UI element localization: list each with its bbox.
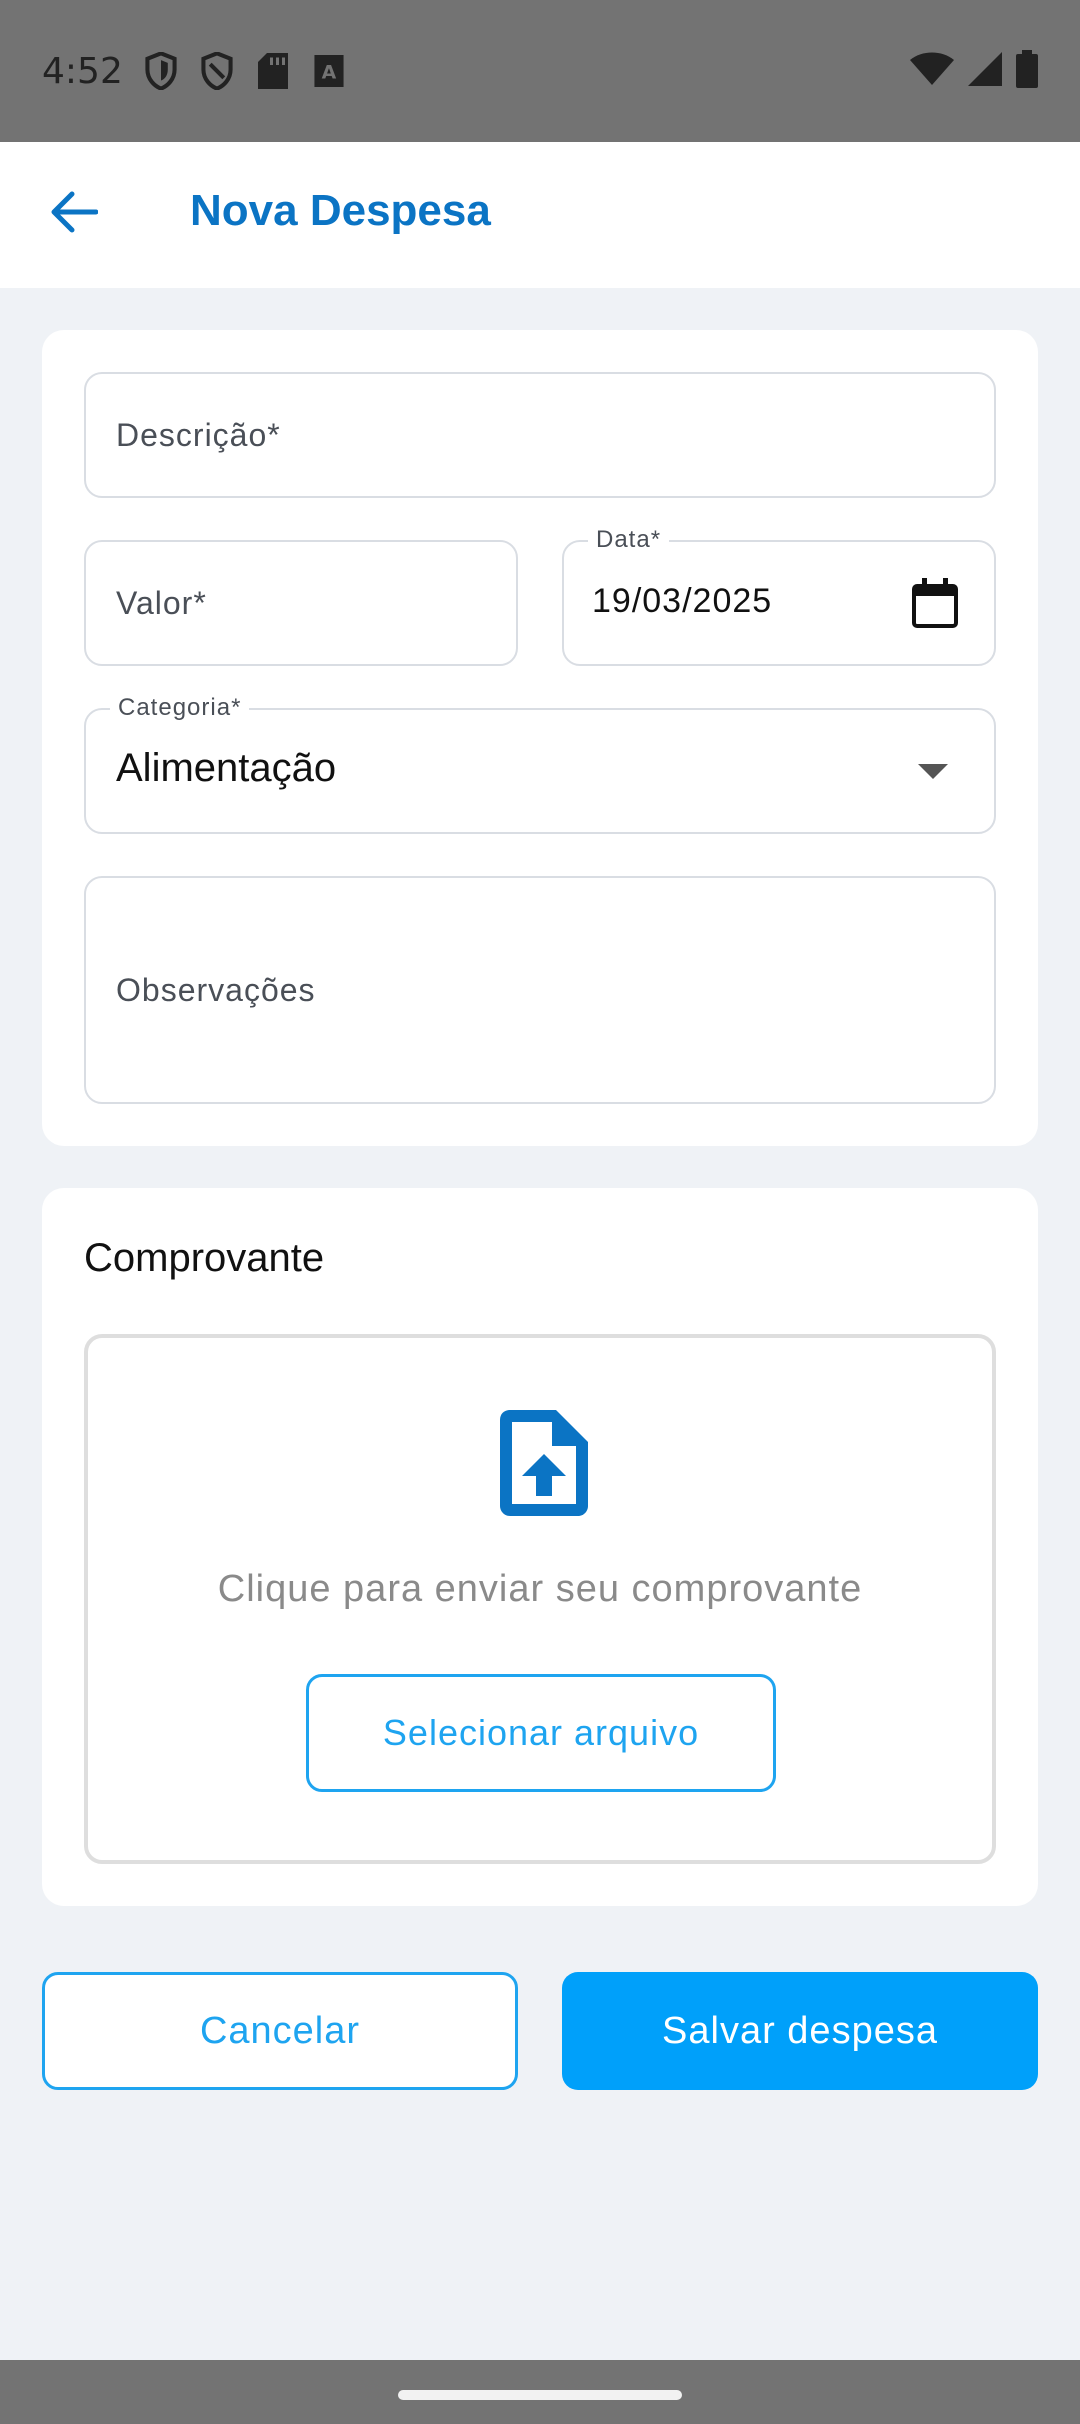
save-expense-button[interactable]: Salvar despesa <box>562 1972 1038 2090</box>
category-select[interactable]: Categoria* Alimentação <box>84 694 996 834</box>
arrow-back-icon <box>50 190 99 239</box>
home-gesture-handle[interactable] <box>398 2390 682 2400</box>
notes-field[interactable]: Observações <box>84 876 996 1104</box>
date-value: 19/03/2025 <box>592 582 773 620</box>
battery-icon <box>1016 49 1038 93</box>
amount-placeholder: Valor* <box>116 585 207 621</box>
navigation-bar <box>0 2360 1080 2424</box>
description-field[interactable]: Descrição* <box>84 372 996 498</box>
dropdown-arrow-icon <box>918 764 948 785</box>
sd-card-icon <box>253 51 293 91</box>
wifi-icon <box>910 52 954 91</box>
receipt-title: Comprovante <box>84 1236 325 1280</box>
signal-icon <box>968 51 1002 91</box>
category-label: Categoria* <box>110 694 250 722</box>
keyboard-a-icon: A <box>309 51 349 91</box>
calendar-icon[interactable] <box>912 578 958 633</box>
back-button[interactable] <box>42 182 106 246</box>
select-file-button[interactable]: Selecionar arquivo <box>306 1674 776 1792</box>
upload-prompt: Clique para enviar seu comprovante <box>217 1568 863 1610</box>
svg-text:A: A <box>322 61 337 83</box>
notes-placeholder: Observações <box>116 972 316 1008</box>
status-time: 4:52 <box>42 50 123 92</box>
amount-field[interactable]: Valor* <box>84 540 518 666</box>
page-title: Nova Despesa <box>190 186 491 235</box>
receipt-card: Comprovante Clique para enviar seu compr… <box>42 1188 1038 1906</box>
date-label: Data* <box>588 526 670 554</box>
expense-form-card: Descrição* Valor* Data* 19/03/2025 Categ… <box>42 330 1038 1146</box>
file-upload-icon <box>500 1410 588 1521</box>
shield-outline-icon <box>197 51 237 91</box>
date-field[interactable]: Data* 19/03/2025 <box>562 526 996 666</box>
status-bar: 4:52 A <box>0 0 1080 142</box>
shield-icon <box>141 51 181 91</box>
category-value: Alimentação <box>116 746 337 790</box>
cancel-button[interactable]: Cancelar <box>42 1972 518 2090</box>
description-placeholder: Descrição* <box>116 417 281 453</box>
receipt-dropzone[interactable]: Clique para enviar seu comprovante Selec… <box>84 1334 996 1864</box>
app-bar: Nova Despesa <box>0 142 1080 288</box>
